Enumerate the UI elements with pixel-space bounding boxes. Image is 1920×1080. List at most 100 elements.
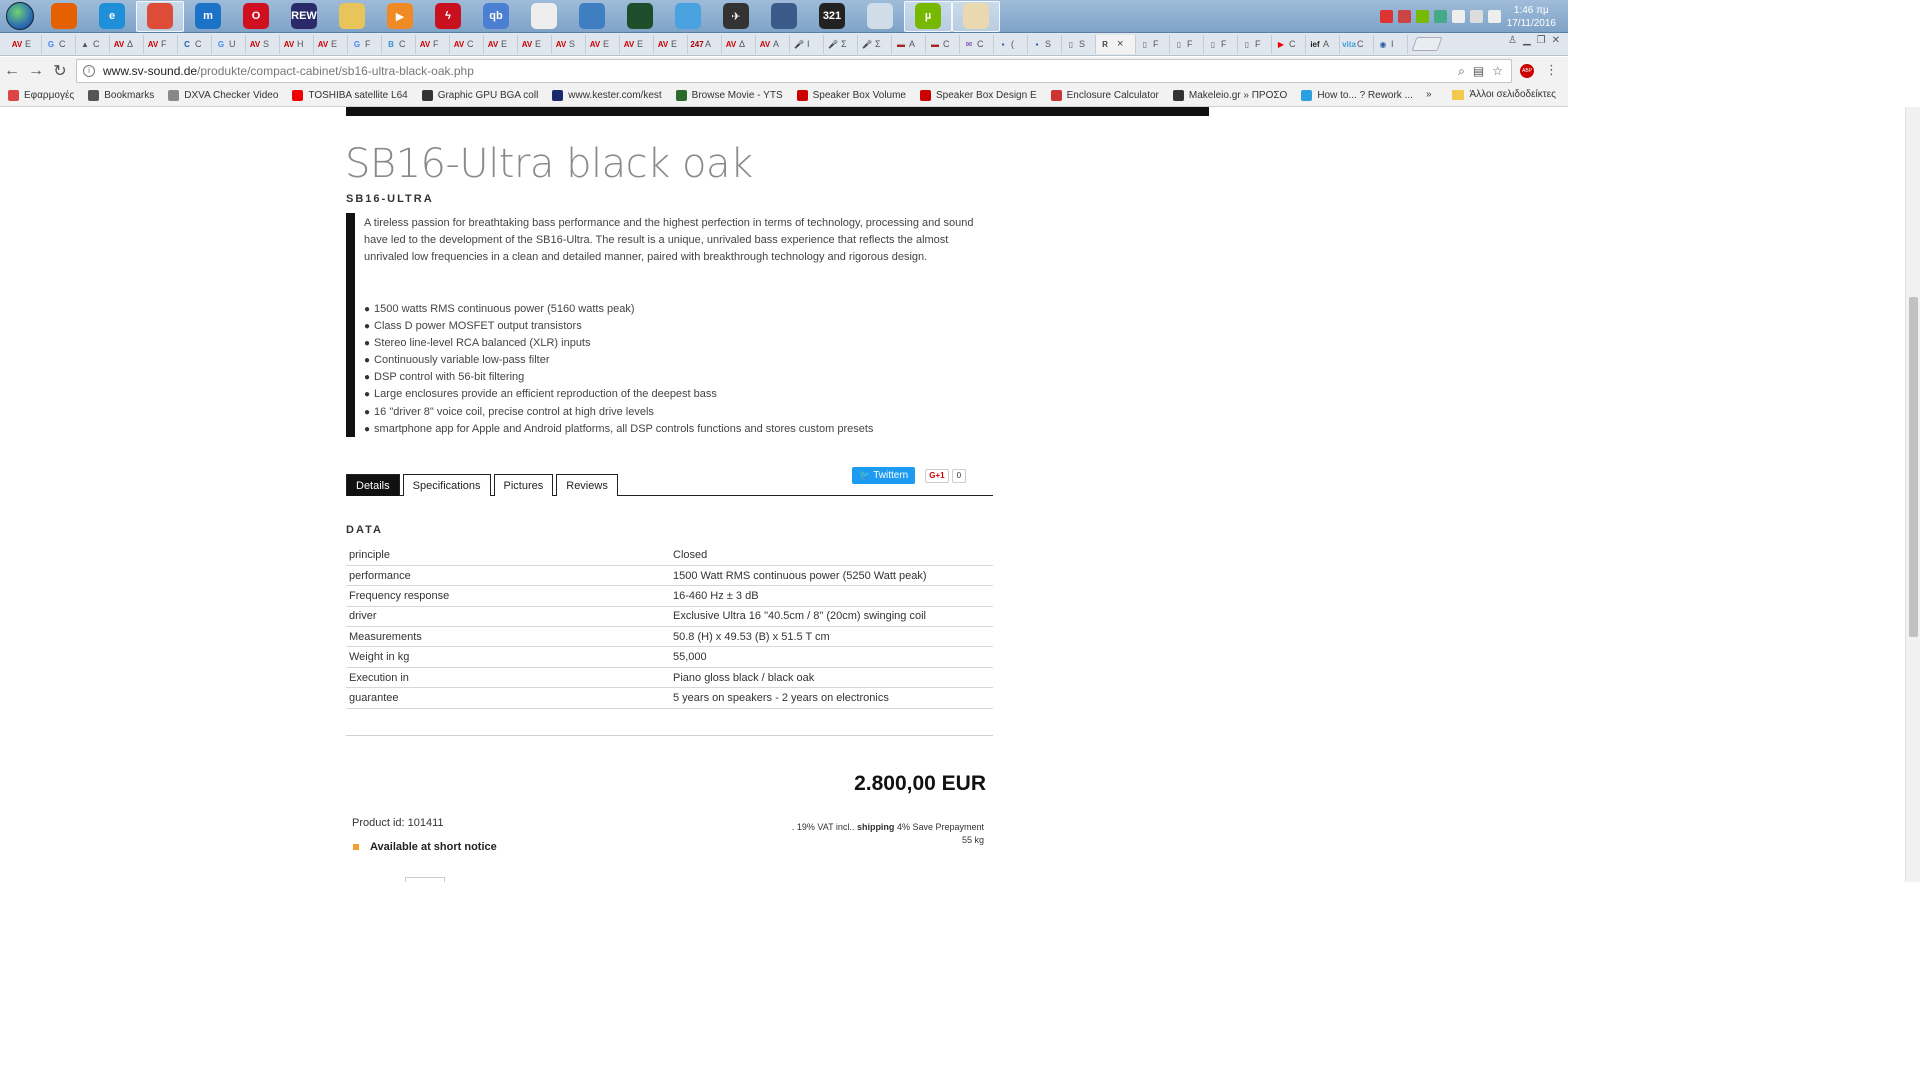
browser-tab[interactable]: AV Δ xyxy=(110,34,144,54)
browser-tab[interactable]: ✉ C xyxy=(960,34,994,54)
close-window-button[interactable]: ✕ xyxy=(1552,35,1560,46)
quantity-input[interactable] xyxy=(405,877,445,882)
taskbar-speaker-app[interactable] xyxy=(760,1,808,32)
scrollbar-thumb[interactable] xyxy=(1909,297,1918,637)
browser-tab[interactable]: BC xyxy=(382,34,416,54)
browser-tab[interactable]: ▯ F xyxy=(1170,34,1204,54)
browser-tab[interactable]: 247 A xyxy=(688,34,722,54)
browser-tab[interactable]: ▯ S xyxy=(1062,34,1096,54)
browser-tab[interactable]: AV E xyxy=(654,34,688,54)
bookmark-item[interactable]: How to... ? Rework ... xyxy=(1301,90,1413,101)
browser-tab[interactable]: ▯ F xyxy=(1136,34,1170,54)
taskbar-drop-app[interactable] xyxy=(664,1,712,32)
address-bar[interactable]: i www.sv-sound.de/produkte/compact-cabin… xyxy=(76,59,1512,83)
tab-details[interactable]: Details xyxy=(346,474,400,496)
profile-icon[interactable]: ♙ xyxy=(1508,35,1517,46)
tray-app-icon[interactable] xyxy=(1397,10,1411,23)
shipping-link[interactable]: shipping xyxy=(857,822,895,832)
bookmark-item[interactable]: www.kester.com/kest xyxy=(552,90,662,101)
zoom-icon[interactable]: ⌕ xyxy=(1458,64,1465,79)
browser-tab[interactable]: GU xyxy=(212,34,246,54)
browser-tab[interactable]: AV F xyxy=(416,34,450,54)
site-info-icon[interactable]: i xyxy=(83,65,95,77)
taskbar-maxthon[interactable]: m xyxy=(184,1,232,32)
browser-tab[interactable]: ▬ A xyxy=(892,34,926,54)
browser-tab[interactable]: 🎤 Σ xyxy=(858,34,892,54)
taskbar-alien-app[interactable] xyxy=(520,1,568,32)
browser-tab[interactable]: AV E xyxy=(518,34,552,54)
taskbar-firefox[interactable] xyxy=(40,1,88,32)
taskbar-flash[interactable]: ϟ xyxy=(424,1,472,32)
bookmark-item[interactable]: Speaker Box Design E xyxy=(920,90,1037,101)
taskbar-internet-explorer[interactable]: e xyxy=(88,1,136,32)
adblock-extension-icon[interactable]: ABP xyxy=(1520,64,1534,78)
browser-tab[interactable]: R × xyxy=(1096,34,1136,54)
browser-tab[interactable]: AV F xyxy=(144,34,178,54)
browser-tab[interactable]: AV H xyxy=(280,34,314,54)
bookmark-item[interactable]: Bookmarks xyxy=(88,90,154,101)
browser-tab[interactable]: ▲ C xyxy=(76,34,110,54)
bookmark-item[interactable]: Graphic GPU BGA coll xyxy=(421,90,538,101)
reload-button[interactable]: ↻ xyxy=(48,61,72,81)
browser-tab[interactable]: GC xyxy=(42,34,76,54)
bookmark-item[interactable]: TOSHIBA satellite L64 xyxy=(292,90,408,101)
bookmark-star-icon[interactable]: ☆ xyxy=(1492,64,1503,79)
taskbar-calculator[interactable] xyxy=(856,1,904,32)
tray-network-icon[interactable] xyxy=(1433,10,1447,23)
tray-flash-icon[interactable] xyxy=(1379,10,1393,23)
browser-tab[interactable]: vita C xyxy=(1340,34,1374,54)
start-button[interactable] xyxy=(0,0,40,33)
taskbar-rew[interactable]: REW xyxy=(280,1,328,32)
browser-tab[interactable]: AV C xyxy=(450,34,484,54)
browser-tab[interactable]: ief A xyxy=(1306,34,1340,54)
new-tab-button[interactable] xyxy=(1411,37,1443,51)
minimize-button[interactable]: ▁ xyxy=(1523,35,1531,46)
taskbar-utorrent[interactable]: µ xyxy=(904,0,952,32)
taskbar-chrome[interactable] xyxy=(136,0,184,32)
browser-tab[interactable]: AV E xyxy=(314,34,348,54)
browser-tab[interactable]: ▬ C xyxy=(926,34,960,54)
taskbar-paint[interactable] xyxy=(952,0,1000,32)
browser-tab[interactable]: ◉ I xyxy=(1374,34,1408,54)
tab-specifications[interactable]: Specifications xyxy=(402,474,491,496)
browser-tab[interactable]: AV E xyxy=(8,34,42,54)
bookmark-item[interactable]: Εφαρμογές xyxy=(8,90,74,101)
browser-tab[interactable]: ▪( xyxy=(994,34,1028,54)
taskbar-clock[interactable]: 1:46 πμ 17/11/2016 xyxy=(1507,4,1556,30)
tray-flag-icon[interactable] xyxy=(1487,10,1501,23)
other-bookmarks-folder[interactable]: Άλλοι σελιδοδείκτες xyxy=(1452,89,1556,100)
taskbar-plane-app[interactable]: ✈ xyxy=(712,1,760,32)
bookmark-item[interactable]: Browse Movie - YTS xyxy=(675,90,783,101)
translate-icon[interactable]: ▤ xyxy=(1473,64,1484,79)
tray-monitor-icon[interactable] xyxy=(1469,10,1483,23)
taskbar-opera[interactable]: O xyxy=(232,1,280,32)
tray-volume-icon[interactable] xyxy=(1451,10,1465,23)
bookmark-item[interactable]: DXVA Checker Video xyxy=(168,90,278,101)
taskbar-file-explorer[interactable] xyxy=(328,1,376,32)
browser-tab[interactable]: CC xyxy=(178,34,212,54)
forward-button[interactable]: → xyxy=(24,62,48,80)
browser-tab[interactable]: 🎤 Σ xyxy=(824,34,858,54)
close-tab-icon[interactable]: × xyxy=(1117,38,1123,50)
taskbar-qbittorrent[interactable]: qb xyxy=(472,1,520,32)
taskbar-clapper-app[interactable]: 321 xyxy=(808,1,856,32)
restore-button[interactable]: ❐ xyxy=(1537,35,1546,46)
browser-tab[interactable]: AV E xyxy=(484,34,518,54)
page-scrollbar[interactable] xyxy=(1905,107,1920,882)
browser-menu-icon[interactable]: ⋮ xyxy=(1545,62,1558,78)
browser-tab[interactable]: AV S xyxy=(552,34,586,54)
browser-tab[interactable]: AV Δ xyxy=(722,34,756,54)
browser-tab[interactable]: ▪ S xyxy=(1028,34,1062,54)
back-button[interactable]: ← xyxy=(0,62,24,80)
browser-tab[interactable]: ▯ F xyxy=(1238,34,1272,54)
browser-tab[interactable]: ▶ C xyxy=(1272,34,1306,54)
browser-tab[interactable]: GF xyxy=(348,34,382,54)
taskbar-settings-app[interactable] xyxy=(568,1,616,32)
browser-tab[interactable]: AV E xyxy=(586,34,620,54)
bookmarks-overflow-button[interactable]: » xyxy=(1426,89,1432,100)
browser-tab[interactable]: AV A xyxy=(756,34,790,54)
bookmark-item[interactable]: Enclosure Calculator xyxy=(1050,90,1159,101)
browser-tab[interactable]: 🎤 I xyxy=(790,34,824,54)
tray-utorrent-icon[interactable] xyxy=(1415,10,1429,23)
tab-reviews[interactable]: Reviews xyxy=(556,474,618,496)
